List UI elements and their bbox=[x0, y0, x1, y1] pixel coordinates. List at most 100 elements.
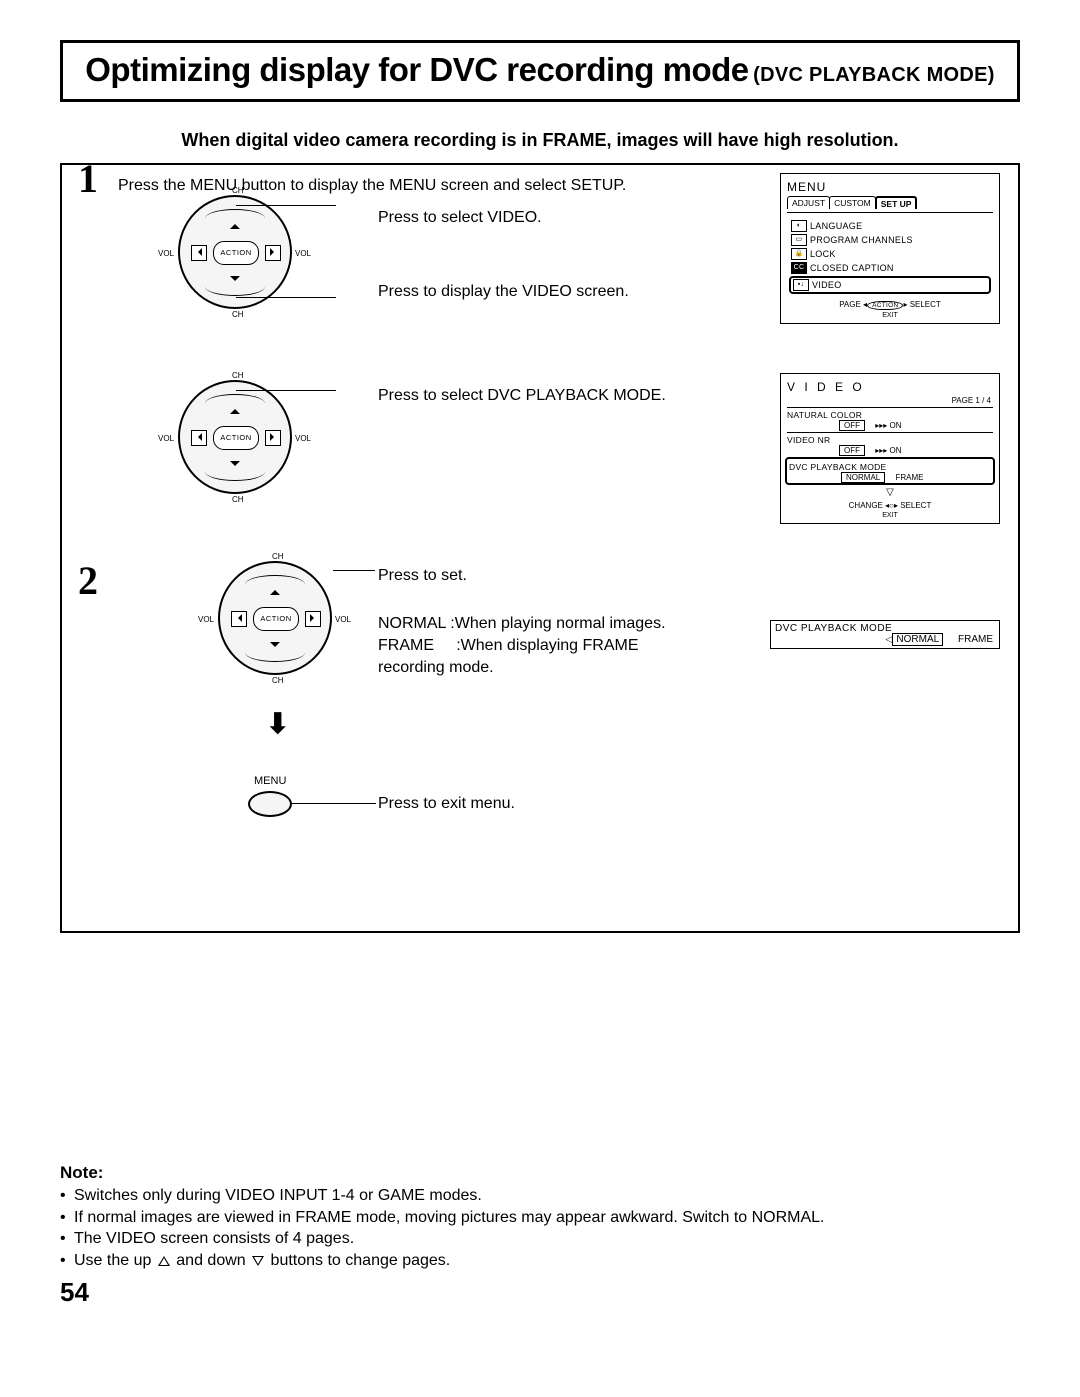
left-button-box bbox=[231, 611, 247, 627]
notes-heading: Note: bbox=[60, 1163, 1020, 1183]
leader-line bbox=[236, 205, 336, 206]
step-2-number: 2 bbox=[78, 557, 98, 604]
osd-video-title: V I D E O bbox=[787, 380, 993, 394]
footer-select: SELECT bbox=[910, 300, 941, 309]
note-4b: and down bbox=[172, 1252, 250, 1269]
row-nr-options: OFF ▸▸▸ ON bbox=[787, 446, 993, 455]
ch-label-bottom: CH bbox=[232, 310, 244, 319]
title-box: Optimizing display for DVC recording mod… bbox=[60, 40, 1020, 102]
ch-label-top: CH bbox=[272, 552, 284, 561]
opt-frame: FRAME bbox=[895, 473, 923, 482]
right-button-box bbox=[305, 611, 321, 627]
note-4: Use the up and down buttons to change pa… bbox=[60, 1250, 1020, 1272]
osd-menu-title: MENU bbox=[787, 180, 993, 194]
vol-label-right: VOL bbox=[295, 434, 311, 443]
osd-video-footer: CHANGE ◂○▸ SELECT EXIT bbox=[787, 501, 993, 519]
opt-on: ON bbox=[890, 446, 902, 455]
osd-dvc-small: DVC PLAYBACK MODE ◁NORMAL FRAME bbox=[770, 620, 1000, 649]
menu-item-language: ◐LANGUAGE bbox=[791, 219, 989, 233]
action-button: ACTION bbox=[213, 426, 259, 450]
up-triangle-icon bbox=[158, 1256, 170, 1266]
menu-button-label: MENU bbox=[254, 775, 286, 787]
action-oval-icon: ACTION bbox=[867, 301, 903, 310]
opt-normal-selected: NORMAL bbox=[892, 633, 943, 646]
row-natural-options: OFF ▸▸▸ ON bbox=[787, 421, 993, 430]
step-2-set: Press to set. bbox=[378, 567, 1002, 585]
left-button-box bbox=[191, 245, 207, 261]
ch-label-bottom: CH bbox=[272, 676, 284, 685]
arc-bottom bbox=[245, 643, 305, 662]
vol-label-left: VOL bbox=[198, 615, 214, 624]
footer-change: CHANGE bbox=[849, 501, 883, 510]
leader-line bbox=[236, 390, 336, 391]
vol-label-right: VOL bbox=[295, 249, 311, 258]
label: VIDEO bbox=[812, 280, 842, 290]
footer-exit: EXIT bbox=[882, 512, 898, 519]
video-icon: ▪↓ bbox=[793, 279, 809, 291]
down-triangle-icon bbox=[252, 1256, 264, 1266]
tab-setup: SET UP bbox=[875, 196, 918, 209]
menu-button-icon bbox=[248, 791, 292, 817]
lock-icon: 🔒 bbox=[791, 248, 807, 260]
notes-section: Note: Switches only during VIDEO INPUT 1… bbox=[60, 1163, 1020, 1271]
down-arrow-big-icon: ⬇ bbox=[266, 707, 289, 740]
label: LANGUAGE bbox=[810, 221, 862, 231]
step-1-number: 1 bbox=[78, 155, 98, 202]
osd-video-page: PAGE 1 / 4 bbox=[787, 396, 991, 405]
footer-select: SELECT bbox=[900, 501, 931, 510]
note-3: The VIDEO screen consists of 4 pages. bbox=[60, 1228, 1020, 1250]
remote-dial-3: ACTION CH CH VOL VOL bbox=[218, 561, 332, 675]
title-main: Optimizing display for DVC recording mod… bbox=[85, 51, 748, 88]
right-button-box bbox=[265, 245, 281, 261]
leader-line bbox=[333, 570, 375, 571]
right-button-box bbox=[265, 430, 281, 446]
opt-off: OFF bbox=[839, 445, 865, 456]
leader-line bbox=[292, 803, 376, 804]
menu-item-lock: 🔒LOCK bbox=[791, 247, 989, 261]
tv-icon: ▭ bbox=[791, 234, 807, 246]
note-1: Switches only during VIDEO INPUT 1-4 or … bbox=[60, 1185, 1020, 1207]
arc-bottom bbox=[205, 277, 265, 296]
osd-small-options: ◁NORMAL FRAME bbox=[775, 634, 995, 645]
ch-label-top: CH bbox=[232, 186, 244, 195]
arc-top bbox=[245, 575, 305, 594]
remote-dial-1: ACTION CH CH VOL VOL bbox=[178, 195, 292, 309]
vol-label-left: VOL bbox=[158, 249, 174, 258]
tab-adjust: ADJUST bbox=[787, 196, 830, 209]
footer-exit: EXIT bbox=[882, 312, 898, 319]
osd-menu-footer: PAGE ◂ACTION▸ SELECT EXIT bbox=[787, 300, 993, 319]
row-video-nr: VIDEO NR bbox=[787, 435, 993, 445]
cc-icon: CC bbox=[791, 262, 807, 274]
frame-word: FRAME bbox=[378, 637, 434, 654]
step-2-exit: Press to exit menu. bbox=[378, 795, 515, 813]
menu-item-closed-caption: CCCLOSED CAPTION bbox=[791, 261, 989, 275]
osd-small-label: DVC PLAYBACK MODE bbox=[775, 623, 995, 634]
procedure-box: 1 Press the MENU button to display the M… bbox=[60, 163, 1020, 933]
arc-top bbox=[205, 394, 265, 413]
ch-label-top: CH bbox=[232, 371, 244, 380]
row-natural-color: NATURAL COLOR bbox=[787, 407, 993, 420]
action-button: ACTION bbox=[253, 607, 299, 631]
step-2-frame-cont: recording mode. bbox=[378, 659, 1002, 677]
footer-page: PAGE bbox=[839, 300, 861, 309]
tab-custom: CUSTOM bbox=[829, 196, 876, 209]
note-2: If normal images are viewed in FRAME mod… bbox=[60, 1207, 1020, 1229]
left-button-box bbox=[191, 430, 207, 446]
title-sub: (DVC PLAYBACK MODE) bbox=[753, 64, 995, 86]
label: CLOSED CAPTION bbox=[810, 263, 894, 273]
down-triangle-icon: ▽ bbox=[787, 487, 993, 498]
menu-item-program-channels: ▭PROGRAM CHANNELS bbox=[791, 233, 989, 247]
note-4a: Use the up bbox=[74, 1252, 156, 1269]
frame-desc-1: :When displaying FRAME bbox=[456, 637, 638, 654]
opt-on: ON bbox=[890, 421, 902, 430]
opt-normal: NORMAL bbox=[841, 472, 885, 483]
action-button: ACTION bbox=[213, 241, 259, 265]
opt-frame: FRAME bbox=[958, 634, 993, 645]
row-dvc-selected: DVC PLAYBACK MODE NORMAL FRAME bbox=[785, 457, 995, 485]
vol-label-left: VOL bbox=[158, 434, 174, 443]
page-number: 54 bbox=[60, 1277, 1020, 1308]
row-dvc-options: NORMAL FRAME bbox=[789, 473, 991, 482]
label: PROGRAM CHANNELS bbox=[810, 235, 913, 245]
osd-video: V I D E O PAGE 1 / 4 NATURAL COLOR OFF ▸… bbox=[780, 373, 1000, 524]
osd-menu: MENU ADJUST CUSTOM SET UP ◐LANGUAGE ▭PRO… bbox=[780, 173, 1000, 324]
